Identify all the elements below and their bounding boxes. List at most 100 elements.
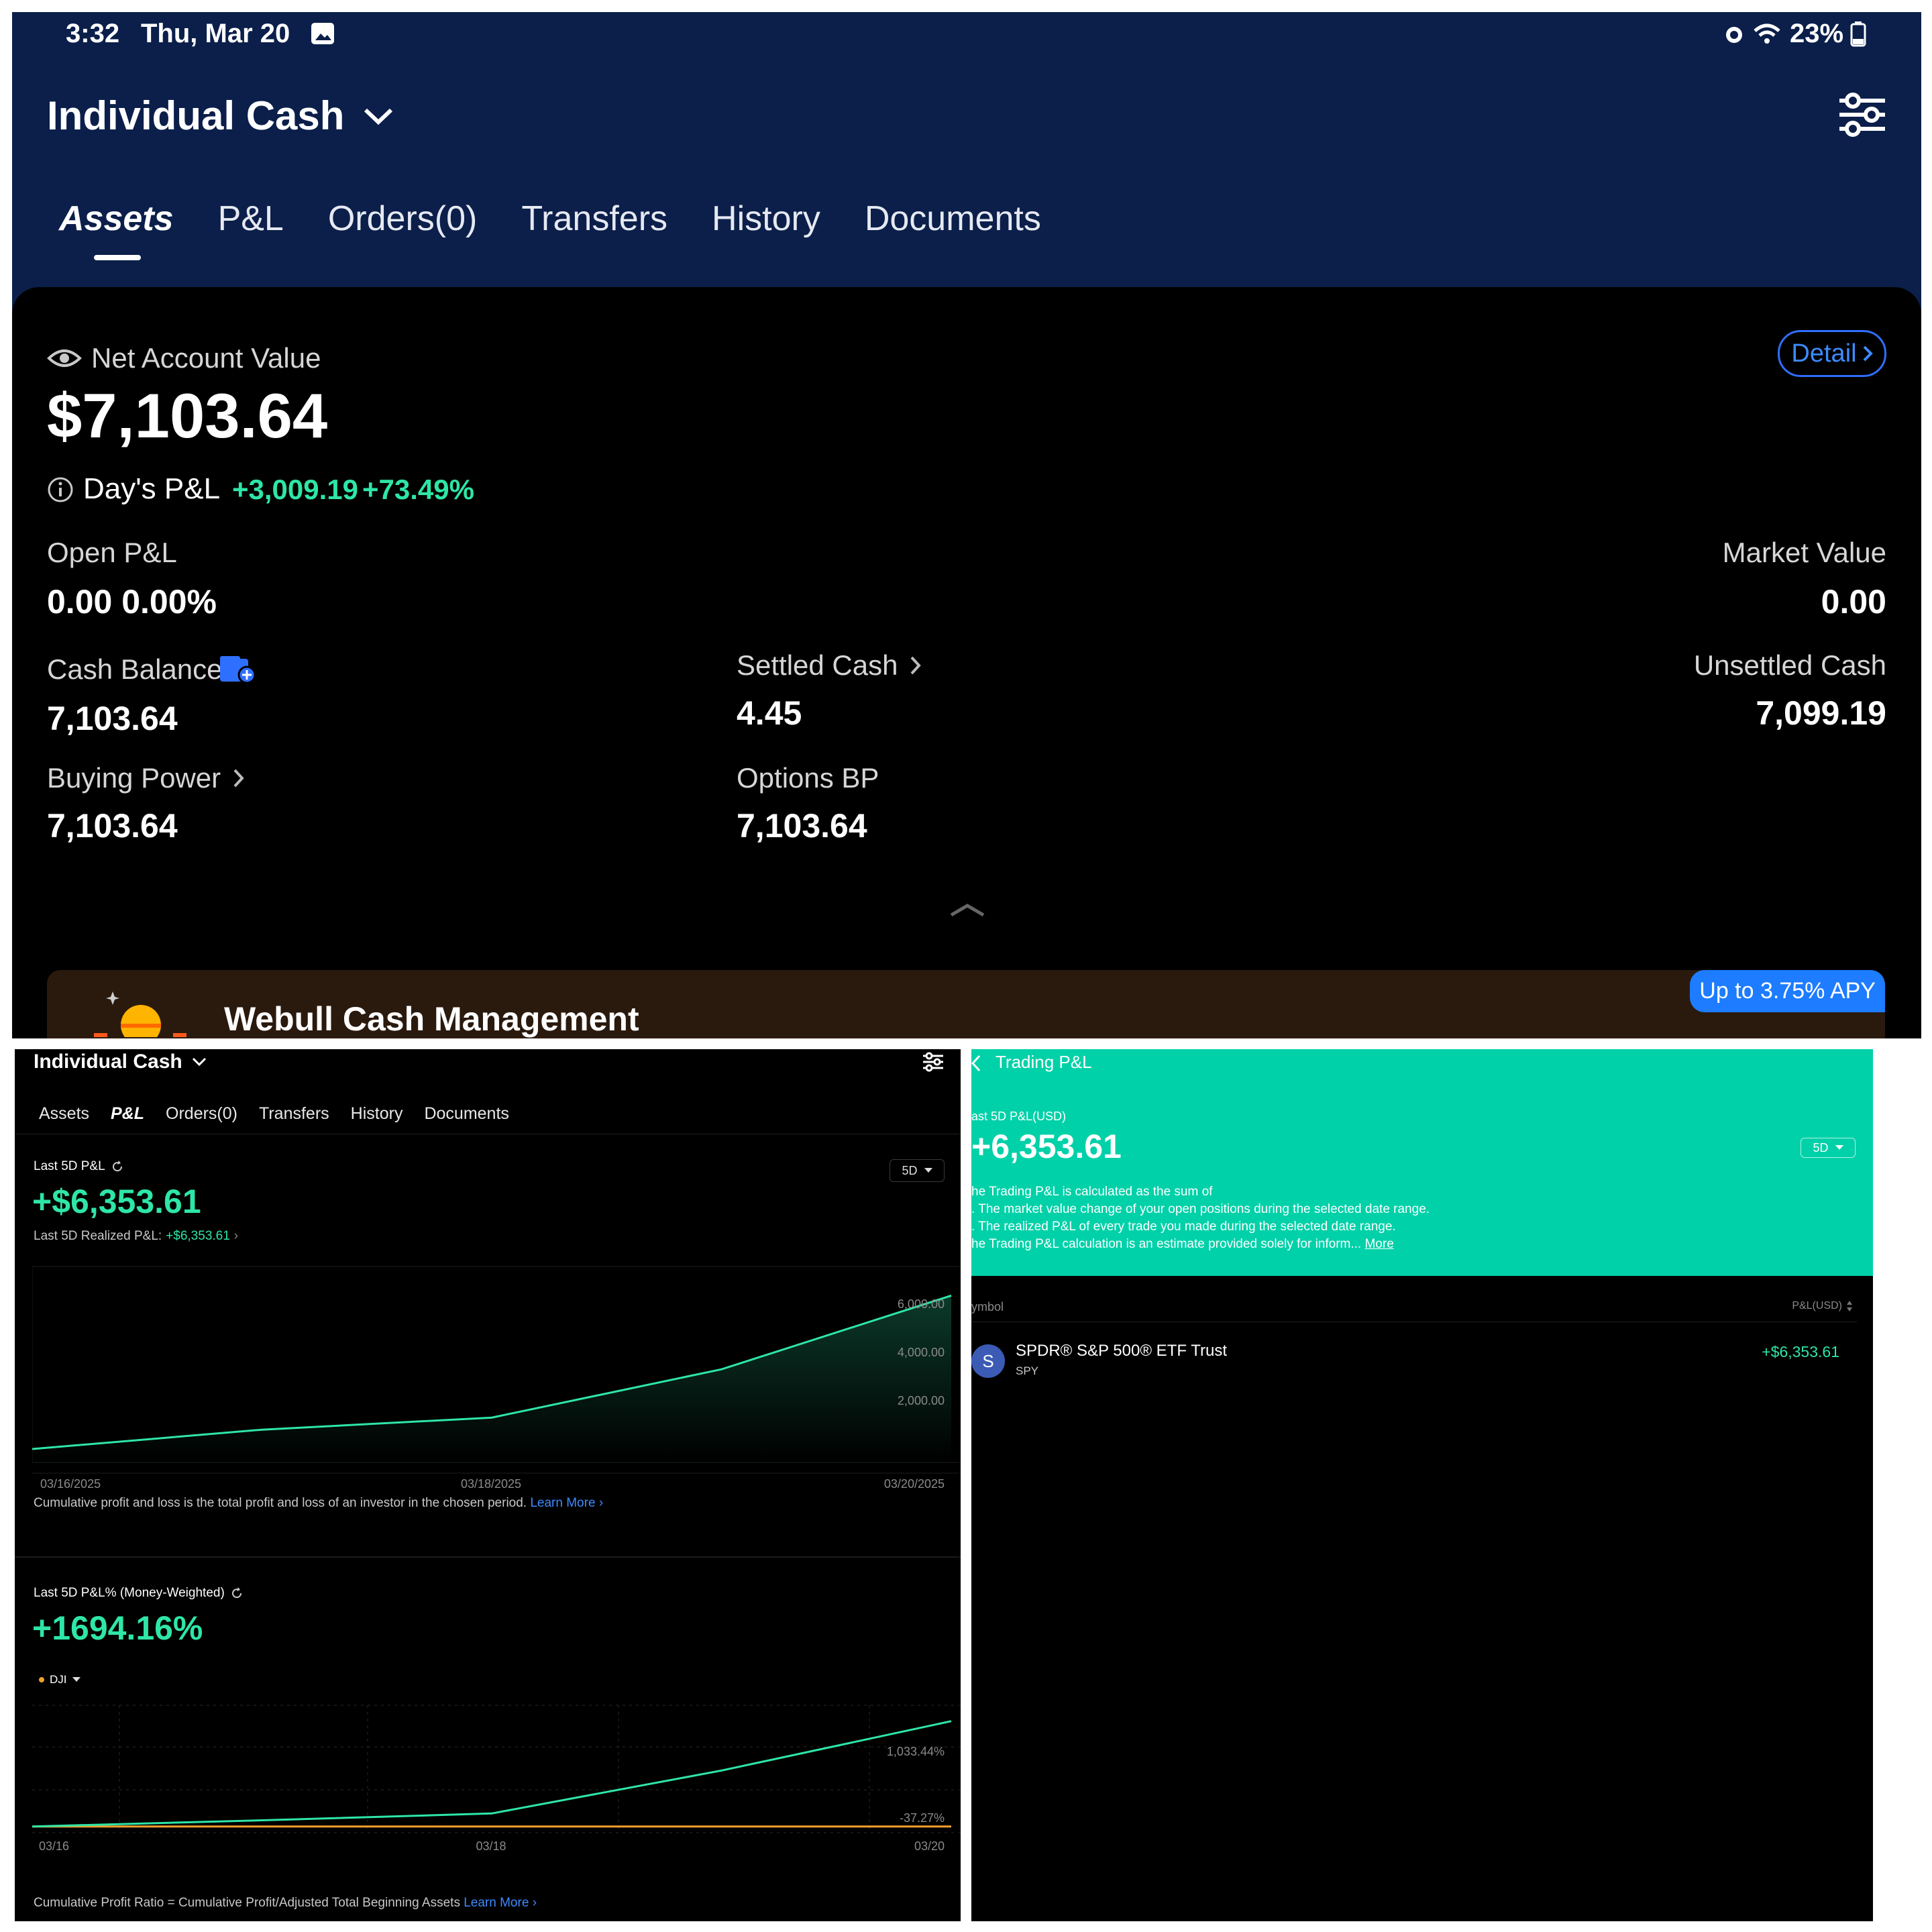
x-tick-label: 03/18 [476, 1839, 506, 1853]
apy-badge: Up to 3.75% APY [1690, 970, 1885, 1012]
learn-more-link[interactable]: Learn More [530, 1496, 595, 1510]
collapse-chevron-up-icon[interactable] [949, 902, 986, 921]
unsettled-cash-value: 7,099.19 [1756, 694, 1886, 732]
account-title: Individual Cash [34, 1051, 182, 1073]
y-tick-label: 6,000.00 [898, 1297, 945, 1311]
pct-label: Last 5D P&L% (Money-Weighted) [34, 1586, 225, 1600]
chevron-right-icon: › [233, 1229, 239, 1243]
realized-pnl-link[interactable]: Last 5D Realized P&L: +$6,353.61 › [34, 1229, 238, 1244]
tab-documents[interactable]: Documents [865, 199, 1041, 239]
chart2-note-text: Cumulative Profit Ratio = Cumulative Pro… [34, 1896, 460, 1910]
divider [15, 1556, 961, 1558]
net-value-label: Net Account Value [91, 342, 321, 374]
caret-down-icon [1835, 1145, 1843, 1150]
x-tick-label: 03/20/2025 [884, 1477, 945, 1491]
info-icon[interactable] [47, 476, 74, 506]
chevron-right-icon: › [598, 1496, 604, 1510]
chevron-down-icon [192, 1057, 206, 1067]
sun-icon [94, 983, 188, 1038]
settled-cash-label: Settled Cash [737, 649, 898, 681]
buying-power-label: Buying Power [47, 762, 221, 794]
caret-down-icon [72, 1677, 80, 1682]
settings-sliders-icon[interactable] [922, 1052, 945, 1075]
desc-line: . The realized P&L of every trade you ma… [971, 1220, 1396, 1234]
tab-assets[interactable]: Assets [39, 1104, 89, 1124]
settled-cash-value: 4.45 [737, 694, 802, 732]
settled-cash-link[interactable]: Settled Cash [737, 649, 922, 682]
trading-pnl-screen: Trading P&L ast 5D P&L(USD) +6,353.61 5D… [971, 1049, 1873, 1921]
tab-pnl[interactable]: P&L [218, 199, 284, 239]
tab-history[interactable]: History [351, 1104, 403, 1124]
pnl-value: +$6,353.61 [32, 1183, 201, 1220]
status-time: 3:32 [66, 19, 120, 48]
x-tick-label: 03/16/2025 [40, 1477, 101, 1491]
active-tab-indicator [94, 255, 141, 260]
pnl-label: Last 5D P&L [34, 1159, 105, 1173]
tab-history[interactable]: History [712, 199, 820, 239]
x-tick-label: 03/20 [914, 1839, 945, 1853]
open-pnl-label: Open P&L [47, 537, 177, 568]
caret-down-icon [924, 1168, 932, 1173]
realized-pnl-value: +$6,353.61 [166, 1229, 230, 1243]
desc-line: . The market value change of your open p… [971, 1202, 1430, 1216]
symbol-pnl: +$6,353.61 [1762, 1343, 1839, 1360]
benchmark-dot [39, 1677, 44, 1682]
pct-series-line [32, 1720, 952, 1828]
more-link[interactable]: More [1364, 1237, 1393, 1251]
status-date: Thu, Mar 20 [141, 19, 290, 48]
pnl-area-chart: 2,000.00 4,000.00 6,000.00 03/16/2025 03/18… [32, 1266, 961, 1491]
promo-title: Webull Cash Management [224, 1000, 639, 1038]
y-tick-label: -37.27% [900, 1811, 945, 1825]
account-selector[interactable]: Individual Cash [47, 93, 394, 139]
period-dropdown[interactable]: 5D [890, 1159, 945, 1182]
settings-sliders-icon[interactable] [1837, 91, 1888, 142]
detail-label: Detail [1791, 339, 1857, 368]
desc-line: he Trading P&L is calculated as the sum … [971, 1185, 1213, 1199]
tab-pnl[interactable]: P&L [111, 1104, 144, 1124]
y-tick-label: 2,000.00 [898, 1394, 945, 1407]
symbol-ticker: SPY [1016, 1364, 1039, 1377]
page-title: Trading P&L [996, 1052, 1092, 1072]
account-summary-card: Net Account Value Detail $7,103.64 Day's… [12, 287, 1921, 1038]
pnl-value: +6,353.61 [971, 1128, 1122, 1165]
tab-documents[interactable]: Documents [424, 1104, 508, 1124]
cash-management-banner[interactable]: Webull Cash Management Up to 3.75% APY [47, 970, 1885, 1038]
market-value: 0.00 [1821, 583, 1886, 621]
account-selector[interactable]: Individual Cash [34, 1051, 207, 1073]
cash-balance-value: 7,103.64 [47, 700, 178, 737]
benchmark-dropdown[interactable]: DJI [39, 1673, 80, 1686]
column-symbol: ymbol [971, 1300, 1004, 1313]
symbol-avatar: S [971, 1344, 1005, 1378]
chart1-note: Cumulative profit and loss is the total … [34, 1496, 603, 1511]
battery-icon [1850, 21, 1866, 50]
chart1-note-text: Cumulative profit and loss is the total … [34, 1496, 527, 1510]
buying-power-link[interactable]: Buying Power [47, 762, 245, 794]
tab-orders[interactable]: Orders(0) [166, 1104, 237, 1124]
options-bp-value: 7,103.64 [737, 807, 867, 845]
table-row[interactable]: S SPDR® S&P 500® ETF Trust SPY +$6,353.6… [971, 1342, 1857, 1389]
refresh-icon[interactable] [111, 1160, 124, 1173]
y-tick-label: 1,033.44% [887, 1745, 945, 1758]
battery-percent: 23% [1790, 19, 1844, 48]
pnl-label: ast 5D P&L(USD) [971, 1110, 1067, 1123]
chevron-right-icon: › [532, 1896, 537, 1910]
tab-transfers[interactable]: Transfers [259, 1104, 329, 1124]
tab-orders[interactable]: Orders(0) [328, 199, 477, 239]
tab-assets[interactable]: Assets [59, 199, 174, 239]
column-pnl-sort[interactable]: P&L(USD) [1792, 1300, 1853, 1312]
back-arrow-icon[interactable] [971, 1053, 982, 1077]
eye-icon[interactable] [47, 346, 82, 374]
period-dropdown[interactable]: 5D [1801, 1138, 1856, 1158]
learn-more-link[interactable]: Learn More [464, 1896, 529, 1910]
sort-icon [1847, 1301, 1852, 1311]
tab-bar: Assets P&L Orders(0) Transfers History D… [59, 199, 1041, 239]
assets-screen: 3:32 Thu, Mar 20 23% Individual Cash Ass… [12, 12, 1921, 1038]
wallet-icon[interactable] [219, 655, 258, 688]
detail-button[interactable]: Detail [1778, 330, 1886, 377]
realized-pnl-label: Last 5D Realized P&L: [34, 1229, 162, 1243]
gallery-icon [310, 21, 335, 49]
unsettled-cash-label: Unsettled Cash [1693, 649, 1886, 681]
tab-transfers[interactable]: Transfers [521, 199, 667, 239]
refresh-icon[interactable] [230, 1587, 244, 1600]
benchmark-label: DJI [50, 1673, 67, 1686]
